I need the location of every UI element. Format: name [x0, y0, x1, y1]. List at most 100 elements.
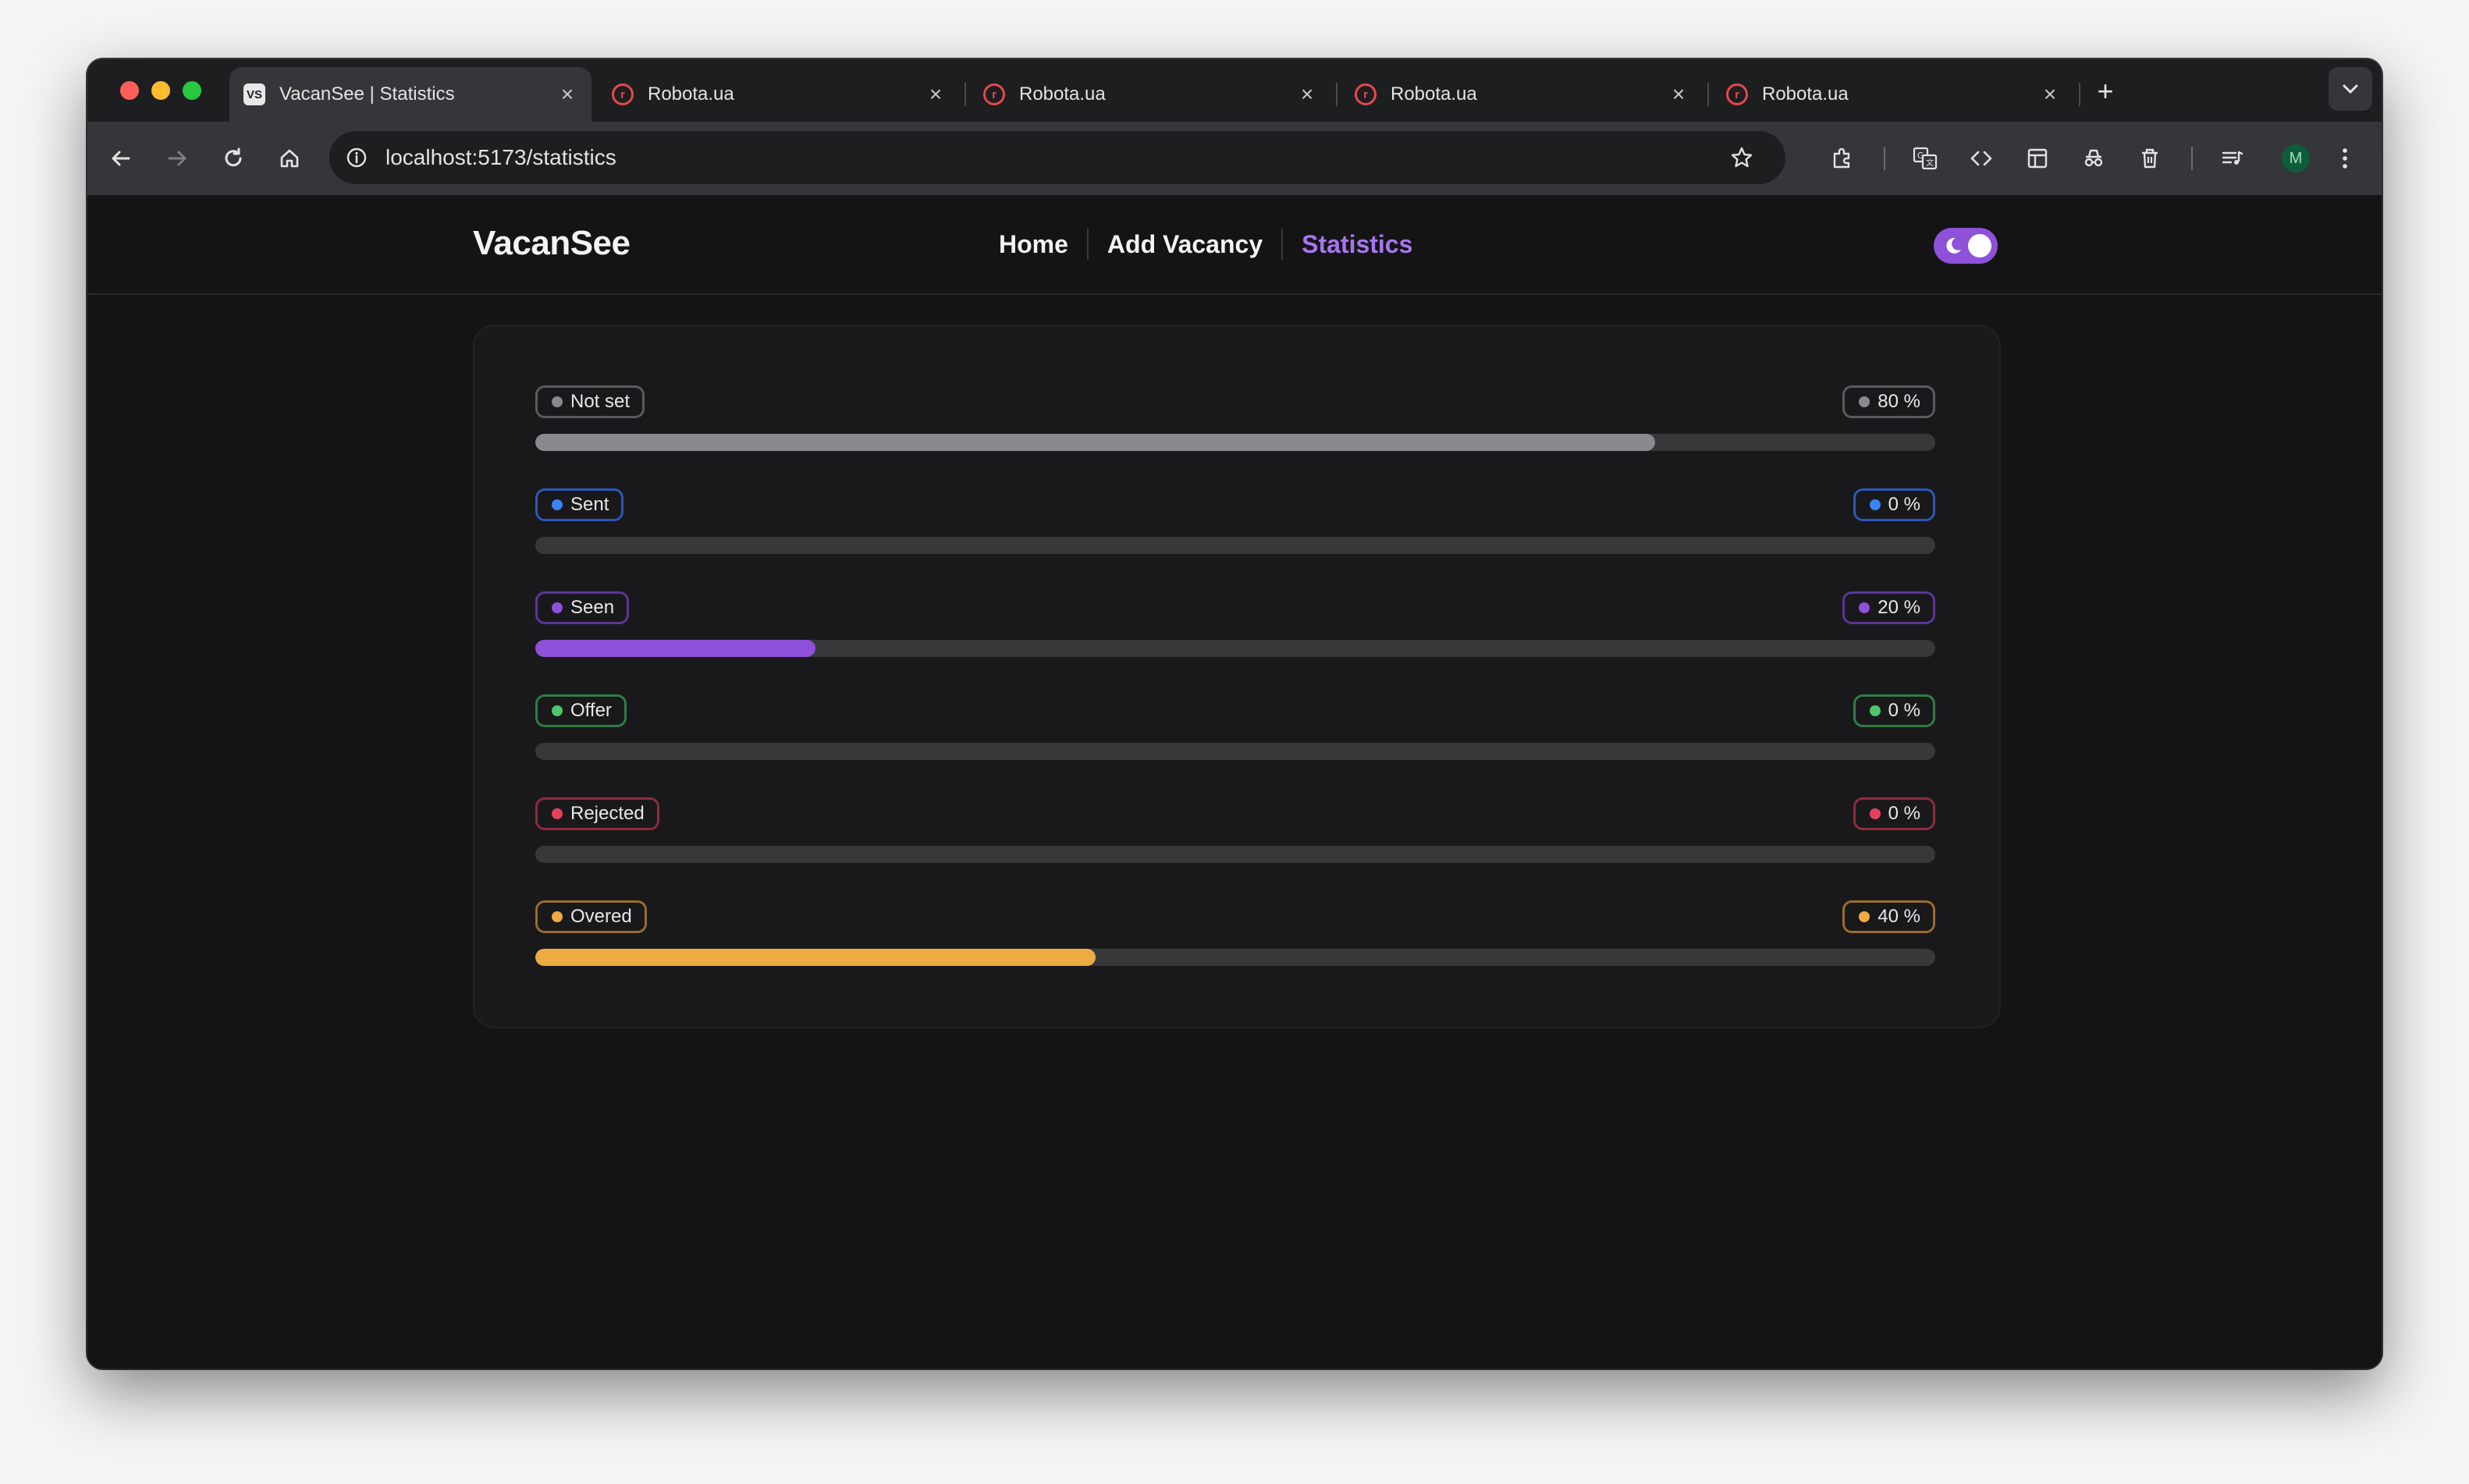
percent-badge-text: 0 % [1888, 494, 1920, 515]
percent-badge-text: 40 % [1878, 906, 1920, 927]
progress-fill [535, 640, 815, 657]
moon-icon [1946, 237, 1961, 254]
stat-row-not-set: Not set 80 % [535, 385, 1935, 451]
tab-title: Robota.ua [1391, 83, 1477, 105]
percent-badge: 80 % [1842, 385, 1935, 418]
percent-badge-text: 80 % [1878, 391, 1920, 412]
progress-track [535, 949, 1935, 966]
forward-arrow-icon[interactable] [161, 142, 194, 175]
tab-title: VacanSee | Statistics [279, 83, 455, 105]
tab-strip: VS VacanSee | Statistics × r Robota.ua ×… [87, 59, 2382, 122]
tab-title: Robota.ua [1762, 83, 1849, 105]
stat-row-rejected: Rejected 0 % [535, 797, 1935, 863]
progress-fill [535, 434, 1656, 451]
stat-row-seen: Seen 20 % [535, 591, 1935, 657]
progress-track [535, 640, 1935, 657]
close-window-button[interactable] [120, 81, 139, 100]
address-bar[interactable]: localhost:5173/statistics [329, 131, 1785, 184]
progress-track [535, 537, 1935, 554]
status-label-badge: Seen [535, 591, 630, 624]
site-info-icon[interactable] [345, 146, 368, 169]
tab-robota-3[interactable]: r Robota.ua × [1341, 67, 1703, 122]
tab-title: Robota.ua [1019, 83, 1106, 105]
status-label-badge: Rejected [535, 797, 659, 830]
status-label-badge-text: Not set [570, 391, 631, 412]
status-dot-icon [552, 911, 563, 922]
percent-badge: 20 % [1842, 591, 1935, 624]
browser-window: VS VacanSee | Statistics × r Robota.ua ×… [87, 59, 2382, 1369]
nav-statistics[interactable]: Statistics [1283, 230, 1431, 259]
minimize-window-button[interactable] [151, 81, 170, 100]
translate-icon[interactable]: G文 [1909, 142, 1941, 175]
status-dot-icon [552, 808, 563, 819]
svg-text:G: G [1917, 151, 1924, 161]
toggle-knob [1968, 234, 1991, 257]
nav-add-vacancy[interactable]: Add Vacancy [1089, 230, 1281, 259]
url-text[interactable]: localhost:5173/statistics [385, 131, 616, 184]
status-dot-icon [1859, 911, 1870, 922]
theme-toggle[interactable] [1934, 228, 1998, 264]
tab-robota-4[interactable]: r Robota.ua × [1712, 67, 2074, 122]
trash-icon[interactable] [2133, 142, 2166, 175]
status-label-badge: Sent [535, 488, 624, 521]
close-tab-icon[interactable]: × [2037, 81, 2063, 108]
home-icon[interactable] [273, 142, 306, 175]
status-dot-icon [552, 705, 563, 716]
stat-row-overed: Overed 40 % [535, 900, 1935, 966]
web-page: VacanSee Home Add Vacancy Statistics Not… [87, 195, 2382, 1369]
new-tab-icon[interactable]: + [2091, 77, 2119, 106]
close-tab-icon[interactable]: × [922, 81, 949, 108]
toolbar-divider [2191, 147, 2193, 170]
close-tab-icon[interactable]: × [554, 81, 581, 108]
percent-badge: 0 % [1853, 797, 1935, 830]
tab-title: Robota.ua [648, 83, 734, 105]
status-dot-icon [1869, 705, 1881, 716]
maximize-window-button[interactable] [183, 81, 201, 100]
status-label-badge-text: Overed [570, 906, 632, 927]
tab-vacansee-statistics[interactable]: VS VacanSee | Statistics × [229, 67, 591, 122]
status-label-badge-text: Sent [570, 494, 609, 515]
status-label-badge: Not set [535, 385, 645, 418]
status-dot-icon [1859, 602, 1870, 613]
percent-badge-text: 0 % [1888, 803, 1920, 824]
nav-home[interactable]: Home [980, 230, 1087, 259]
tab-separator [965, 83, 966, 106]
bookmark-star-icon[interactable] [1729, 145, 1754, 170]
progress-track [535, 743, 1935, 760]
percent-badge-text: 20 % [1878, 597, 1920, 618]
media-queue-icon[interactable] [2216, 142, 2249, 175]
status-dot-icon [1869, 808, 1881, 819]
status-dot-icon [1869, 499, 1881, 510]
stat-row-sent: Sent 0 % [535, 488, 1935, 554]
vacansee-favicon-icon: VS [243, 83, 265, 105]
status-dot-icon [552, 499, 563, 510]
tab-robota-2[interactable]: r Robota.ua × [969, 67, 1331, 122]
reload-icon[interactable] [217, 142, 250, 175]
more-menu-icon[interactable] [2329, 142, 2361, 175]
close-tab-icon[interactable]: × [1294, 81, 1320, 108]
tab-separator [1336, 83, 1338, 106]
extensions-puzzle-icon[interactable] [1826, 142, 1859, 175]
percent-badge-text: 0 % [1888, 700, 1920, 721]
tab-robota-1[interactable]: r Robota.ua × [598, 67, 960, 122]
tab-separator [1707, 83, 1709, 106]
status-dot-icon [552, 602, 563, 613]
status-label-badge: Offer [535, 694, 627, 727]
code-icon[interactable] [1965, 142, 1998, 175]
percent-badge: 0 % [1853, 694, 1935, 727]
stat-row-offer: Offer 0 % [535, 694, 1935, 760]
progress-fill [535, 949, 1096, 966]
back-arrow-icon[interactable] [105, 142, 137, 175]
profile-avatar[interactable]: M [2282, 144, 2310, 172]
robota-favicon-icon: r [1355, 83, 1377, 105]
toolbar-divider [1884, 147, 1885, 170]
incognito-icon[interactable] [2077, 142, 2110, 175]
layout-table-icon[interactable] [2021, 142, 2054, 175]
browser-toolbar: localhost:5173/statistics G文 M [87, 122, 2382, 195]
tab-search-chevron-icon[interactable] [2329, 67, 2372, 111]
robota-favicon-icon: r [612, 83, 634, 105]
status-dot-icon [1859, 396, 1870, 407]
close-tab-icon[interactable]: × [1665, 81, 1692, 108]
robota-favicon-icon: r [983, 83, 1005, 105]
brand-logo[interactable]: VacanSee [473, 220, 631, 267]
